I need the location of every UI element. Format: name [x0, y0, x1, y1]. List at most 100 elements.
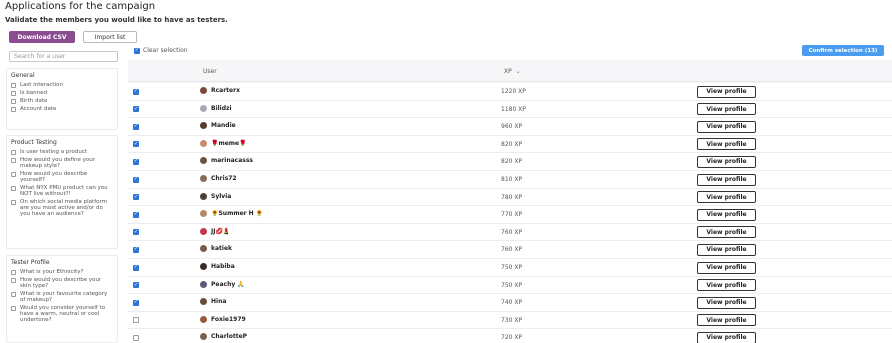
user-name: katiek	[211, 245, 233, 253]
row-checkbox-checked[interactable]: ✓	[133, 141, 139, 148]
row-checkbox-checked[interactable]: ✓	[133, 299, 139, 306]
table-row: ✓ Hina 740 XP View profile	[128, 294, 892, 312]
filter-option-label: What is your favourite category of makeu…	[20, 291, 108, 303]
row-checkbox-checked[interactable]: ✓	[133, 282, 139, 289]
user-cell: CharlotteP	[200, 333, 248, 341]
row-checkbox-checked[interactable]: ✓	[133, 106, 139, 113]
row-checkbox-checked[interactable]: ✓	[133, 176, 139, 183]
table-row: ✓ 🌹meme🌹 820 XP View profile	[128, 135, 892, 154]
filter-checkbox[interactable]	[11, 277, 16, 283]
avatar	[200, 210, 207, 218]
xp-cell: 780 XP	[501, 193, 523, 201]
view-profile-button[interactable]: View profile	[697, 261, 756, 274]
row-checkbox-checked[interactable]: ✓	[133, 264, 139, 271]
column-header-xp[interactable]: XP ⌄	[504, 68, 521, 75]
filter-option[interactable]: On which social media platform are you m…	[11, 199, 113, 217]
filter-checkbox[interactable]	[11, 269, 16, 275]
table-header: User XP ⌄	[128, 60, 892, 82]
chevron-down-icon[interactable]: ⌄	[516, 68, 521, 75]
view-profile-button[interactable]: View profile	[697, 191, 756, 204]
avatar	[200, 263, 207, 270]
table-row: ✓ Bilidzi 1180 XP View profile	[128, 100, 892, 119]
user-cell: Habiba	[200, 263, 235, 270]
clear-selection-control[interactable]: ✓ Clear selection	[134, 47, 188, 54]
view-profile-button[interactable]: View profile	[697, 331, 756, 343]
filter-option[interactable]: How would you describe your skin type?	[11, 277, 113, 289]
row-checkbox[interactable]	[133, 334, 139, 341]
page-title: Applications for the campaign	[5, 1, 156, 12]
row-checkbox-checked[interactable]: ✓	[133, 246, 139, 253]
filter-group-title: Product Testing	[11, 139, 57, 146]
view-profile-button[interactable]: View profile	[697, 296, 756, 309]
row-checkbox-checked[interactable]: ✓	[133, 211, 139, 218]
row-checkbox[interactable]	[133, 317, 139, 324]
user-cell: 🌻Summer H 🌻	[200, 210, 263, 218]
view-profile-button[interactable]: View profile	[697, 279, 756, 292]
xp-cell: 1220 XP	[501, 88, 526, 95]
row-checkbox-checked[interactable]: ✓	[133, 194, 139, 201]
filter-checkbox[interactable]	[11, 149, 16, 155]
xp-cell: 820 XP	[501, 140, 523, 148]
filter-checkbox[interactable]	[11, 291, 16, 297]
view-profile-button[interactable]: View profile	[697, 85, 756, 98]
row-checkbox-checked[interactable]: ✓	[133, 229, 139, 236]
row-checkbox-checked[interactable]: ✓	[133, 123, 139, 130]
filter-checkbox[interactable]	[11, 82, 16, 88]
import-list-button[interactable]: Import list	[83, 31, 137, 43]
download-csv-button[interactable]: Download CSV	[9, 31, 75, 43]
view-profile-button[interactable]: View profile	[697, 208, 756, 221]
filter-option[interactable]: Is user testing a product	[11, 149, 113, 155]
user-name: Hina	[211, 298, 227, 306]
view-profile-button[interactable]: View profile	[697, 243, 756, 256]
filter-checkbox[interactable]	[11, 106, 16, 112]
view-profile-button[interactable]: View profile	[697, 103, 756, 116]
search-input[interactable]: Search for a user	[9, 51, 118, 62]
filter-option-label: How would you describe your skin type?	[20, 277, 102, 289]
filter-checkbox[interactable]	[11, 90, 16, 96]
filter-group: Tester Profile What is your Ethnicity? How…	[6, 255, 118, 343]
row-checkbox-checked[interactable]: ✓	[133, 158, 139, 165]
xp-cell: 740 XP	[501, 299, 523, 307]
xp-cell: 760 XP	[501, 228, 523, 236]
view-profile-button[interactable]: View profile	[697, 173, 756, 186]
table-row: Foxie1979 730 XP View profile	[128, 311, 892, 330]
filter-option[interactable]: What is your Ethnicity?	[11, 269, 113, 275]
user-name: Peachy 🙏	[211, 280, 245, 288]
filter-option[interactable]: Last interaction	[11, 82, 113, 88]
table-row: ✓ JJ💋💄 760 XP View profile	[128, 223, 892, 242]
user-name: CharlotteP	[211, 333, 248, 341]
row-checkbox-checked[interactable]: ✓	[133, 88, 139, 95]
filter-checkbox[interactable]	[11, 171, 16, 177]
filter-option[interactable]: How would you describe yourself?	[11, 171, 113, 183]
filter-option-label: Is banned	[20, 90, 47, 96]
view-profile-button[interactable]: View profile	[697, 314, 756, 327]
filter-option-label: Would you consider yourself to have a wa…	[20, 305, 106, 323]
filter-checkbox[interactable]	[11, 305, 16, 311]
user-cell: 🌹meme🌹	[200, 139, 247, 147]
filter-option[interactable]: Is banned	[11, 90, 113, 96]
user-cell: Mandie	[200, 122, 236, 130]
filter-option[interactable]: What NYX PMU product can you NOT live wi…	[11, 185, 113, 197]
filter-checkbox[interactable]	[11, 157, 16, 163]
filter-option[interactable]: Would you consider yourself to have a wa…	[11, 305, 113, 323]
view-profile-button[interactable]: View profile	[697, 138, 756, 151]
filter-checkbox[interactable]	[11, 199, 16, 205]
view-profile-button[interactable]: View profile	[697, 155, 756, 168]
confirm-selection-button[interactable]: Confirm selection (13)	[802, 45, 884, 56]
filter-checkbox[interactable]	[11, 98, 16, 104]
filter-checkbox[interactable]	[11, 185, 16, 191]
table-row: CharlotteP 720 XP View profile	[128, 329, 892, 343]
avatar	[200, 122, 207, 130]
filter-option[interactable]: Account date	[11, 106, 113, 112]
check-icon[interactable]: ✓	[134, 47, 140, 54]
filter-option[interactable]: How would you define your makeup style?	[11, 157, 113, 169]
filter-option[interactable]: What is your favourite category of makeu…	[11, 291, 113, 303]
user-name: Mandie	[211, 122, 236, 130]
xp-cell: 730 XP	[501, 316, 523, 324]
view-profile-button[interactable]: View profile	[697, 120, 756, 133]
view-profile-button[interactable]: View profile	[697, 226, 756, 239]
filter-option[interactable]: Birth date	[11, 98, 113, 104]
column-header-user[interactable]: User	[203, 68, 217, 75]
column-header-xp-label: XP	[504, 68, 512, 75]
filter-option-label: On which social media platform are you m…	[20, 199, 108, 217]
